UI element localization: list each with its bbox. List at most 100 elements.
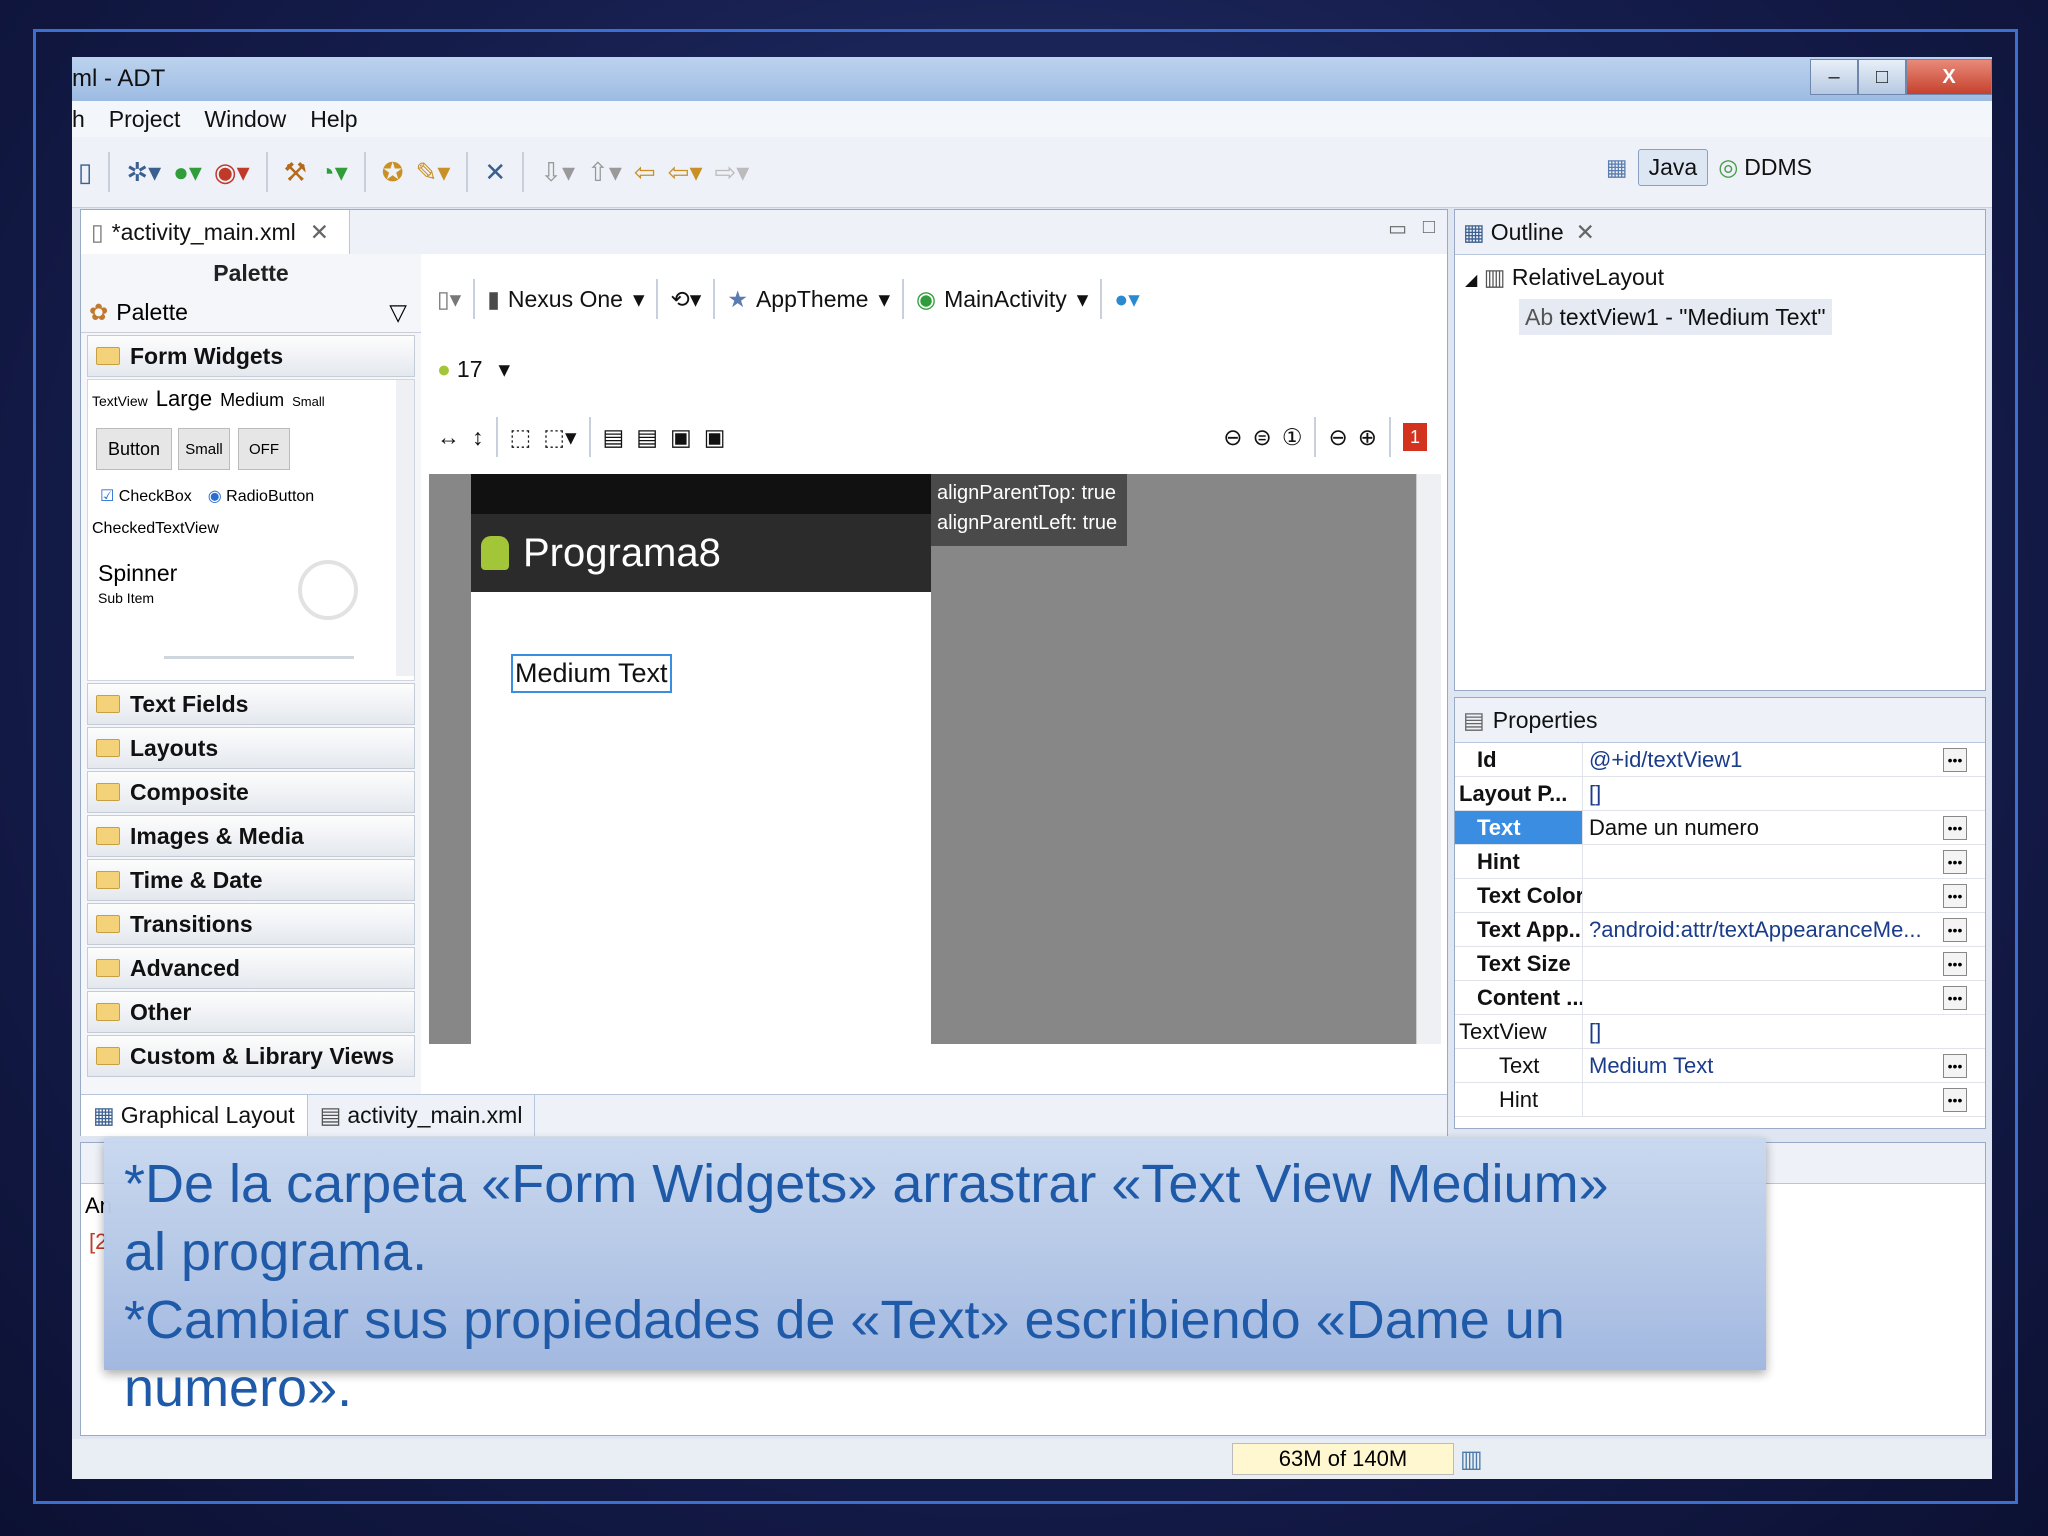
maximize-editor-icon[interactable]: □ <box>1423 216 1435 239</box>
debug-icon[interactable]: ✲▾ <box>126 157 161 188</box>
category-transitions[interactable]: Transitions <box>87 903 415 945</box>
theme-dropdown[interactable]: AppTheme <box>756 286 869 313</box>
property-row-text-color[interactable]: Text Color ••• <box>1455 879 1985 913</box>
property-row-hint[interactable]: Hint ••• <box>1455 845 1985 879</box>
tree-item-relativelayout[interactable]: ◢ ▥ RelativeLayout <box>1465 259 1975 299</box>
align-right-icon[interactable]: ▣ <box>704 424 726 451</box>
close-tab-icon[interactable]: ✕ <box>1576 219 1595 246</box>
back-icon[interactable]: ⇦▾ <box>668 157 703 188</box>
property-row-content-description[interactable]: Content ... ••• <box>1455 981 1985 1015</box>
gravity-icon[interactable]: ⬚▾ <box>543 424 576 451</box>
edit-dots-icon[interactable]: ••• <box>1943 917 1967 942</box>
category-images-media[interactable]: Images & Media <box>87 815 415 857</box>
selected-medium-text-widget[interactable]: Medium Text <box>511 654 672 693</box>
forward-icon[interactable]: ⇨▾ <box>715 157 750 188</box>
zoom-real-icon[interactable]: ⊜ <box>1253 424 1272 451</box>
category-form-widgets[interactable]: Form Widgets <box>87 335 415 377</box>
tree-item-textview[interactable]: Ab textView1 - "Medium Text" <box>1519 299 1832 335</box>
widget-checkbox[interactable]: ☑ CheckBox <box>100 486 192 506</box>
property-row-text[interactable]: Text Dame un numero ••• <box>1455 811 1985 845</box>
category-composite[interactable]: Composite <box>87 771 415 813</box>
last-edit-icon[interactable]: ⇦ <box>634 157 656 188</box>
widget-toggle-button[interactable]: OFF <box>238 428 290 470</box>
margins-icon[interactable]: ⬚ <box>510 424 532 451</box>
edit-dots-icon[interactable]: ••• <box>1943 985 1967 1010</box>
text-property-input[interactable]: Dame un numero <box>1583 815 1943 841</box>
palette-dropdown[interactable]: ✿ Palette ▽ <box>81 292 421 333</box>
progress-circle-icon[interactable] <box>298 560 358 620</box>
maximize-button[interactable]: □ <box>1858 59 1906 95</box>
minimize-button[interactable]: – <box>1810 59 1858 95</box>
category-other[interactable]: Other <box>87 991 415 1033</box>
widget-spinner[interactable]: Spinner <box>98 560 177 587</box>
palette-scrollbar[interactable] <box>396 380 414 676</box>
property-row-layout-params[interactable]: Layout P...[] <box>1455 777 1985 811</box>
open-perspective-icon[interactable]: ▦ <box>1606 154 1628 181</box>
widget-checkedtextview[interactable]: CheckedTextView <box>92 520 219 538</box>
zoom-out-icon[interactable]: ⊖ <box>1328 424 1347 451</box>
prev-annotation-icon[interactable]: ⇧▾ <box>587 157 622 188</box>
edit-dots-icon[interactable]: ••• <box>1943 951 1967 976</box>
property-row-textview-group[interactable]: TextView[] <box>1455 1015 1985 1049</box>
chevron-down-icon[interactable]: ▾ <box>878 286 890 313</box>
device-dropdown[interactable]: Nexus One <box>508 286 623 313</box>
zoom-in-icon[interactable]: ⊕ <box>1358 424 1377 451</box>
category-text-fields[interactable]: Text Fields <box>87 683 415 725</box>
seekbar-widget[interactable] <box>164 656 354 659</box>
category-layouts[interactable]: Layouts <box>87 727 415 769</box>
property-row-id[interactable]: Id @+id/textView1 ••• <box>1455 743 1985 777</box>
widget-small-button[interactable]: Small <box>178 428 230 470</box>
chevron-down-icon[interactable]: ▾ <box>633 286 645 313</box>
new-class-icon[interactable]: ◔▾ <box>319 157 348 188</box>
build-icon[interactable]: ⚒ <box>284 157 307 188</box>
heap-status[interactable]: 63M of 140M <box>1232 1443 1454 1475</box>
property-row-textview-hint[interactable]: Hint ••• <box>1455 1083 1985 1117</box>
align-left-icon[interactable]: ▣ <box>670 424 692 451</box>
editor-tab-activity-main[interactable]: ▯ *activity_main.xml ✕ <box>81 210 350 254</box>
menu-item-search[interactable]: h <box>72 106 85 133</box>
close-tab-icon[interactable]: ✕ <box>310 219 329 246</box>
edit-dots-icon[interactable]: ••• <box>1943 747 1967 772</box>
property-row-text-appearance[interactable]: Text App... ?android:attr/textAppearanceM… <box>1455 913 1985 947</box>
new-file-icon[interactable]: ▯ <box>78 157 92 188</box>
java-perspective-button[interactable]: Java <box>1637 149 1709 186</box>
ddms-perspective-button[interactable]: DDMS <box>1744 154 1812 181</box>
expand-icon[interactable]: ◢ <box>1465 272 1477 289</box>
next-annotation-icon[interactable]: ⇩▾ <box>540 157 575 188</box>
edit-dots-icon[interactable]: ••• <box>1943 815 1967 840</box>
tab-xml-source[interactable]: ▤ activity_main.xml <box>308 1095 536 1136</box>
edit-dots-icon[interactable]: ••• <box>1943 883 1967 908</box>
open-type-icon[interactable]: ✪ <box>382 157 404 188</box>
category-custom-library-views[interactable]: Custom & Library Views <box>87 1035 415 1077</box>
category-time-date[interactable]: Time & Date <box>87 859 415 901</box>
widget-small-text[interactable]: Small <box>292 394 325 409</box>
locale-globe-icon[interactable]: ●▾ <box>1114 286 1139 313</box>
search-tool-icon[interactable]: ✎▾ <box>416 157 451 188</box>
chevron-down-icon[interactable]: ▾ <box>1077 286 1089 313</box>
widget-button[interactable]: Button <box>96 428 172 470</box>
canvas-vertical-scrollbar[interactable] <box>1416 474 1441 1044</box>
property-row-text-size[interactable]: Text Size ••• <box>1455 947 1985 981</box>
orientation-icon[interactable]: ⟲▾ <box>670 286 701 313</box>
widget-large-text[interactable]: Large <box>156 386 212 412</box>
pin-icon[interactable]: ✕ <box>484 157 506 188</box>
property-row-textview-text[interactable]: Text Medium Text ••• <box>1455 1049 1985 1083</box>
widget-radiobutton[interactable]: ◉ RadioButton <box>208 486 314 506</box>
zoom-fit-icon[interactable]: ⊖ <box>1223 424 1242 451</box>
error-badge[interactable]: 1 <box>1403 423 1427 451</box>
minimize-editor-icon[interactable]: ▭ <box>1388 216 1407 241</box>
activity-dropdown[interactable]: MainActivity <box>944 286 1067 313</box>
garbage-collect-icon[interactable]: ▥ <box>1460 1445 1483 1474</box>
fill-width-icon[interactable]: ↔ <box>437 424 460 451</box>
widget-medium-text[interactable]: Medium <box>220 390 284 411</box>
tab-graphical-layout[interactable]: ▦ Graphical Layout <box>81 1095 308 1136</box>
api-level-dropdown[interactable]: 17 <box>457 356 483 383</box>
chevron-down-icon[interactable]: ▾ <box>499 356 511 383</box>
fill-height-icon[interactable]: ↕ <box>472 424 484 451</box>
widget-textview[interactable]: TextView <box>92 393 148 409</box>
edit-dots-icon[interactable]: ••• <box>1943 849 1967 874</box>
run-icon[interactable]: ●▾ <box>173 157 202 188</box>
align-center-icon[interactable]: ▤ <box>636 424 658 451</box>
zoom-100-icon[interactable]: ① <box>1282 424 1303 451</box>
category-advanced[interactable]: Advanced <box>87 947 415 989</box>
